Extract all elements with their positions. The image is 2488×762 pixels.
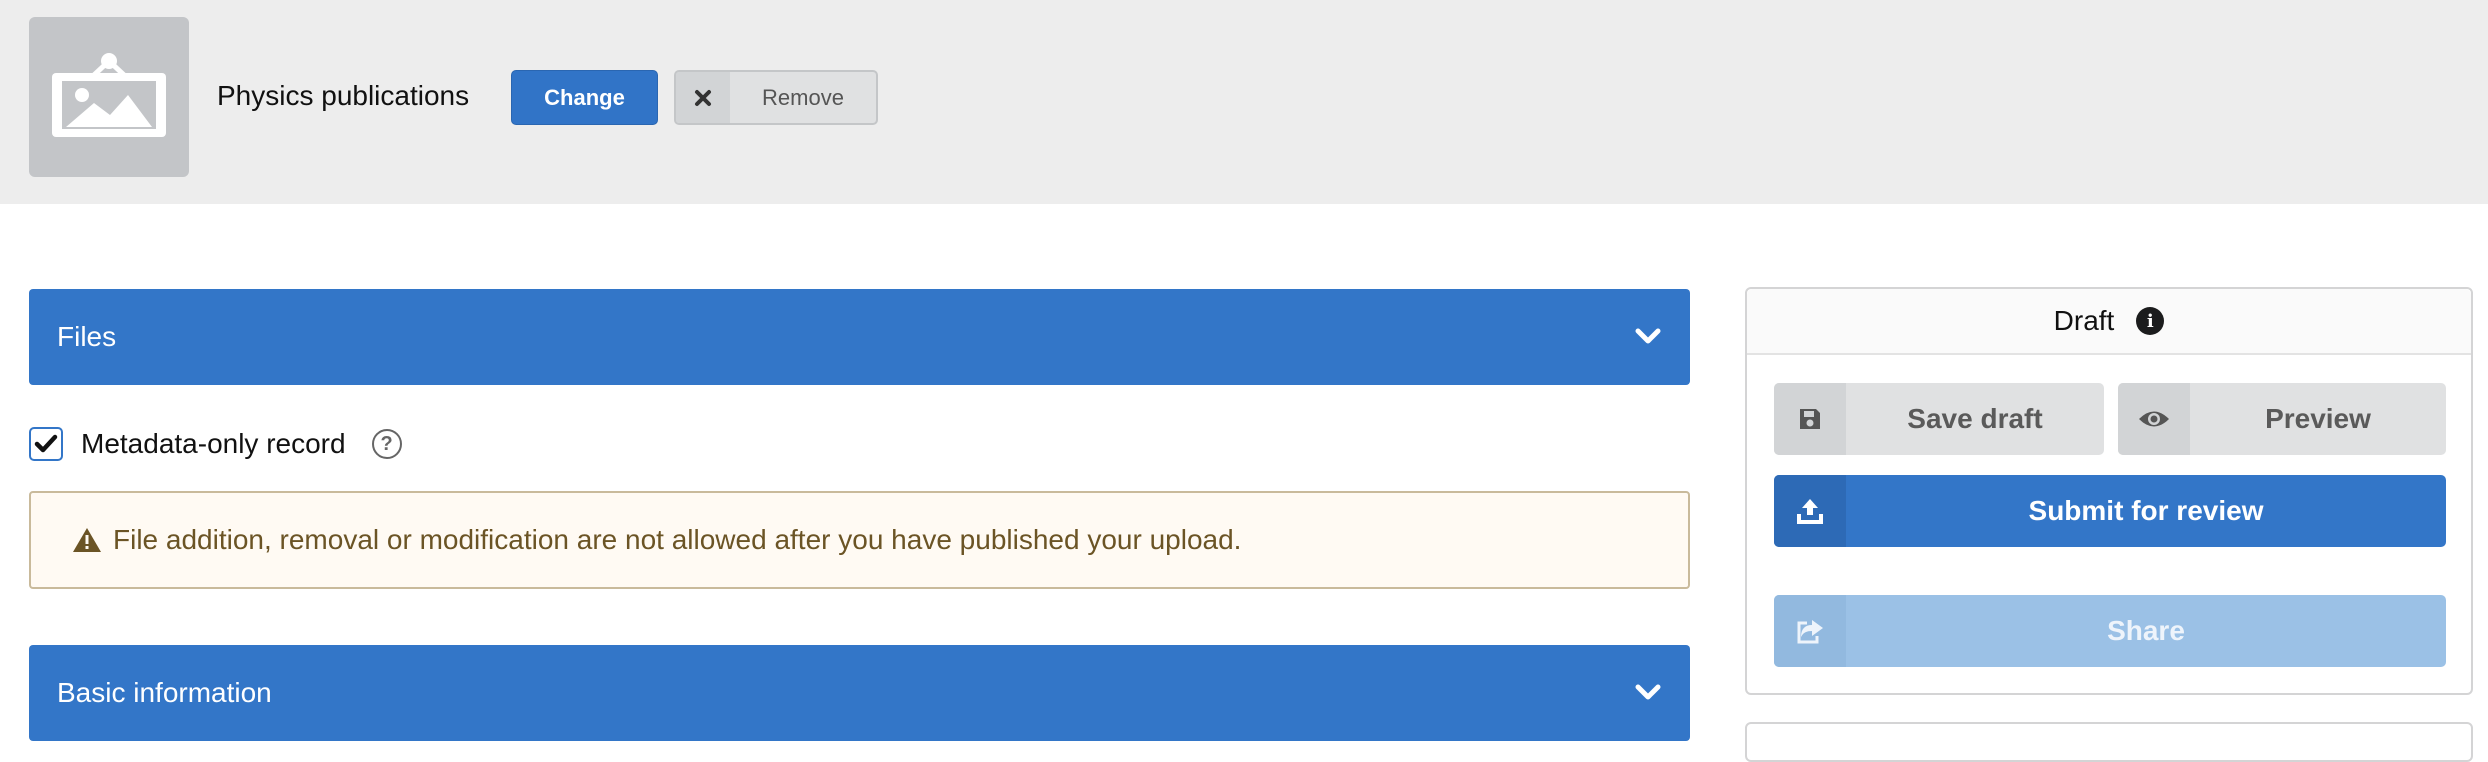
checkmark-icon <box>34 434 58 453</box>
save-draft-label: Save draft <box>1907 403 2043 434</box>
submit-for-review-label: Submit for review <box>2028 495 2264 526</box>
deposit-status-card: Draft i Save draft Preview Submit for re… <box>1745 287 2473 695</box>
preview-button[interactable]: Preview <box>2118 383 2446 455</box>
submit-for-review-button[interactable]: Submit for review <box>1774 475 2446 547</box>
help-icon[interactable]: ? <box>371 429 402 459</box>
warning-icon <box>71 526 103 554</box>
share-icon <box>1774 595 1846 667</box>
metadata-only-checkbox[interactable] <box>29 427 63 461</box>
files-warning-message: File addition, removal or modification a… <box>29 491 1690 589</box>
basic-information-title: Basic information <box>57 677 272 708</box>
remove-label: Remove <box>762 84 844 110</box>
deposit-status-label: Draft <box>2053 305 2115 336</box>
basic-information-section-header[interactable]: Basic information <box>29 645 1690 741</box>
image-placeholder-icon <box>48 51 170 144</box>
community-name: Physics publications <box>217 80 470 111</box>
secondary-sidebar-card <box>1745 722 2473 762</box>
eye-icon <box>2118 383 2190 455</box>
share-label: Share <box>2107 615 2185 646</box>
files-section-title: Files <box>57 321 117 352</box>
save-draft-button[interactable]: Save draft <box>1774 383 2104 455</box>
upload-icon <box>1774 475 1846 547</box>
files-section-header[interactable]: Files <box>29 289 1690 385</box>
community-logo <box>29 17 189 177</box>
share-button[interactable]: Share <box>1774 595 2446 667</box>
chevron-down-icon <box>1634 321 1662 353</box>
chevron-down-icon <box>1634 677 1662 709</box>
close-icon <box>676 72 730 123</box>
save-icon <box>1774 383 1846 455</box>
deposit-status-header: Draft i <box>1747 289 2471 355</box>
change-community-button[interactable]: Change <box>511 70 658 125</box>
warning-text: File addition, removal or modification a… <box>113 524 1242 555</box>
metadata-only-label: Metadata-only record <box>81 428 346 459</box>
preview-label: Preview <box>2265 403 2371 434</box>
remove-community-button[interactable]: Remove <box>674 70 878 125</box>
metadata-only-row: Metadata-only record ? <box>29 424 402 464</box>
info-icon[interactable]: i <box>2136 307 2165 335</box>
community-header: Physics publications Change Remove <box>0 0 2488 204</box>
